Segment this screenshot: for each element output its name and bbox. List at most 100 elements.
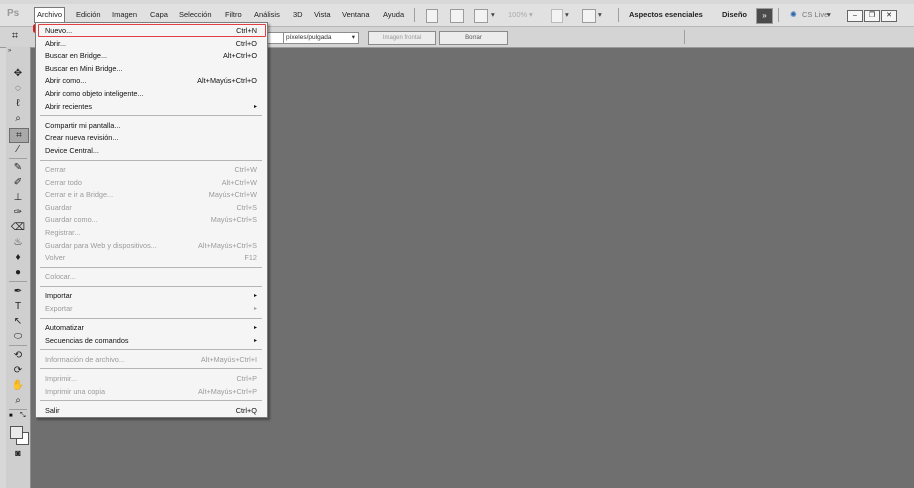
quick-mask-icon[interactable]: ◙ [9,447,27,460]
crop-icon[interactable]: ⌗ [9,128,29,143]
resolution-unit-select[interactable]: píxeles/pulgada ▾ [283,32,359,44]
dodge-icon[interactable]: ● [9,266,27,279]
menu-item-crear-nueva-revision[interactable]: Crear nueva revisión... [45,132,257,144]
tools-panel: » ✥ ◌ ℓ ⌕ ⌗ ⁄ ✎ ✐ ⊥ ✑ ⌫ ♨ ♦ ● ✒ T ↖ ⬭ ⟲ … [6,47,31,488]
menu-item-device-central[interactable]: Device Central... [45,145,257,157]
menu-edicion[interactable]: Edición [75,8,102,22]
menu-archivo[interactable]: Archivo [34,7,66,23]
menu-item-label: Device Central... [45,145,99,155]
menu-analisis[interactable]: Análisis [253,8,281,22]
zoom-icon[interactable]: ⌕ [9,394,27,407]
eyedropper-icon[interactable]: ⁄ [9,143,27,156]
menu-item-label: Colocar... [45,272,76,282]
arrange-dropdown-icon[interactable]: ▾ [564,8,570,22]
separator [9,158,27,159]
healing-brush-icon[interactable]: ✎ [9,161,27,174]
workspace-essentials-button[interactable]: Aspectos esenciales [629,7,703,22]
arrange-documents-icon[interactable] [551,9,563,23]
menu-item-nuevo[interactable]: Nuevo... Ctrl+N [45,25,257,37]
3d-rotate-icon[interactable]: ⟲ [9,349,27,362]
more-workspaces-icon[interactable]: » [756,8,773,24]
menu-item-abrir-como[interactable]: Abrir como... Alt+Mayús+Ctrl+O [45,75,257,87]
menu-capa[interactable]: Capa [149,8,169,22]
menu-item-shortcut: Ctrl+P [236,373,257,383]
menu-item-shortcut: Alt+Ctrl+O [222,51,257,61]
zoom-level[interactable]: 100% [507,8,528,22]
clone-stamp-icon[interactable]: ⊥ [9,191,27,204]
menu-seleccion[interactable]: Selección [178,8,213,22]
close-icon[interactable]: ✕ [881,10,897,22]
menu-item-label: Volver [45,253,66,263]
menu-item-label: Abrir... [45,38,67,48]
menu-item-label: Crear nueva revisión... [45,133,119,143]
menu-item-abrir-recientes[interactable]: Abrir recientes ▸ [45,101,257,113]
resolution-unit-value: píxeles/pulgada [286,34,332,41]
menu-ventana[interactable]: Ventana [341,8,371,22]
3d-orbit-icon[interactable]: ⟳ [9,364,27,377]
paint-bucket-icon[interactable]: ♨ [9,236,27,249]
menu-item-shortcut: Ctrl+Q [235,405,257,415]
move-icon[interactable]: ✥ [9,67,27,80]
screen-mode-dropdown-icon[interactable]: ▾ [597,8,603,22]
brush-icon[interactable]: ✐ [9,176,27,189]
menu-item-abrir[interactable]: Abrir... Ctrl+O [45,38,257,50]
submenu-arrow-icon: ▸ [253,325,257,332]
history-brush-icon[interactable]: ✑ [9,206,27,219]
menu-item-importar[interactable]: Importar ▸ [45,290,257,302]
menu-item-label: Abrir recientes [45,101,93,111]
foreground-color-swatch[interactable] [10,426,23,439]
menu-item-label: Salir [45,405,60,415]
menu-item-cerrar-todo: Cerrar todo Alt+Ctrl+W [45,177,257,189]
eraser-icon[interactable]: ⌫ [9,221,27,234]
menu-imagen[interactable]: Imagen [111,8,138,22]
menu-item-salir[interactable]: Salir Ctrl+Q [45,405,257,417]
pen-icon[interactable]: ✒ [9,285,27,298]
menu-item-shortcut: Alt+Mayús+Ctrl+O [197,76,257,86]
menu-item-label: Abrir como... [45,76,87,86]
screen-mode-icon[interactable] [582,9,596,23]
menu-item-label: Registrar... [45,228,81,237]
mini-bridge-icon[interactable] [450,9,464,23]
restore-icon[interactable]: ❐ [864,10,880,22]
clear-button[interactable]: Borrar [439,31,508,45]
menu-3d[interactable]: 3D [292,8,304,22]
separator [9,281,27,282]
lasso-icon[interactable]: ℓ [9,97,27,110]
menu-item-buscar-en-bridge[interactable]: Buscar en Bridge... Alt+Ctrl+O [45,50,257,62]
crop-tool-preset-icon[interactable]: ⌗ [6,30,24,43]
menu-item-label: Nuevo... [45,26,73,35]
submenu-arrow-icon: ▸ [253,306,257,312]
default-colors-icon[interactable]: ■ [9,413,13,419]
menu-item-label: Buscar en Mini Bridge... [45,63,123,73]
menu-item-exportar: Exportar ▸ [45,303,257,315]
type-icon[interactable]: T [9,300,27,313]
menu-separator [40,349,262,351]
launch-bridge-icon[interactable] [426,9,438,23]
minimize-icon[interactable]: – [847,10,863,22]
workspace-design-button[interactable]: Diseño [722,7,747,22]
menu-item-automatizar[interactable]: Automatizar ▸ [45,322,257,334]
front-image-button[interactable]: Imagen frontal [368,31,436,45]
menu-item-abrir-como-objeto-inteligente[interactable]: Abrir como objeto inteligente... [45,88,257,100]
swap-colors-icon[interactable]: ⤡ [20,412,26,420]
quick-select-icon[interactable]: ⌕ [9,112,27,125]
hand-icon[interactable]: ✋ [9,379,27,392]
blur-icon[interactable]: ♦ [9,251,27,264]
path-select-icon[interactable]: ↖ [9,315,27,328]
collapse-panel-icon[interactable]: » [8,48,11,54]
zoom-dropdown-icon[interactable]: ▾ [528,8,534,22]
view-extras-icon[interactable] [474,9,488,23]
menu-ayuda[interactable]: Ayuda [382,8,405,22]
menu-item-buscar-en-mini-bridge[interactable]: Buscar en Mini Bridge... [45,63,257,75]
menu-item-compartir-mi-pantalla[interactable]: Compartir mi pantalla... [45,120,257,132]
menu-vista[interactable]: Vista [313,8,332,22]
menu-separator [40,368,262,370]
menu-filtro[interactable]: Filtro [224,8,243,22]
cs-live-dropdown-icon[interactable]: ▾ [826,8,832,22]
menu-item-label: Imprimir... [45,373,78,383]
marquee-icon[interactable]: ◌ [9,82,27,95]
shape-icon[interactable]: ⬭ [9,330,27,343]
cs-live-icon[interactable]: ✺ [789,8,798,22]
menu-item-secuencias-de-comandos[interactable]: Secuencias de comandos ▸ [45,335,257,347]
view-extras-dropdown-icon[interactable]: ▾ [490,8,496,22]
